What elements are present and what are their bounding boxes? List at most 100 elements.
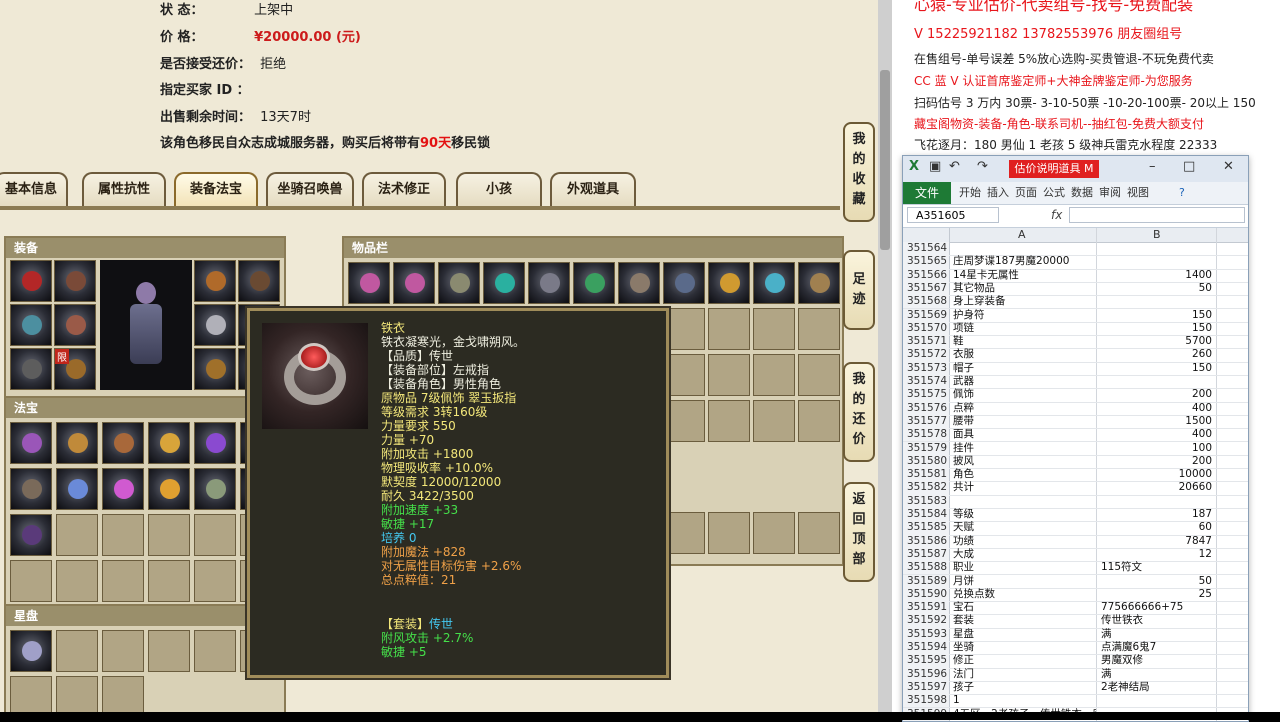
cell-b[interactable]: 5700 (1098, 335, 1216, 348)
cell-a[interactable]: 1 (951, 694, 1096, 707)
sheet-row[interactable]: 351585 天赋 60 (903, 521, 1248, 536)
cell-b[interactable]: 150 (1098, 322, 1216, 335)
equip-slot[interactable]: 限 (54, 348, 96, 390)
treasure-slot[interactable] (10, 514, 52, 556)
cell-a[interactable]: 面具 (951, 428, 1096, 441)
inventory-slot[interactable] (708, 262, 750, 304)
equip-slot[interactable] (238, 260, 280, 302)
cell-a[interactable]: 坐骑 (951, 641, 1096, 654)
inventory-slot[interactable] (393, 262, 435, 304)
inventory-slot[interactable] (618, 262, 660, 304)
cell-b[interactable]: 25 (1098, 588, 1216, 601)
fx-icon[interactable]: fx (1051, 208, 1062, 222)
sheet-row[interactable]: 351574 武器 (903, 375, 1248, 390)
sheet-row[interactable]: 351581 角色 10000 (903, 468, 1248, 483)
sheet-row[interactable]: 351597 孩子 2老神结局 (903, 680, 1248, 696)
inventory-slot[interactable] (438, 262, 480, 304)
cell-b[interactable]: 400 (1098, 428, 1216, 441)
cell-a[interactable]: 孩子 (951, 681, 1096, 694)
cell-b[interactable]: 1400 (1098, 269, 1216, 282)
sheet-row[interactable]: 351566 14星卡无属性 1400 (903, 268, 1248, 283)
sheet-row[interactable]: 351586 功绩 7847 (903, 534, 1248, 549)
my-counter-offers-button[interactable]: 我的还价 (843, 362, 875, 462)
tab-appearance[interactable]: 外观道具 (550, 172, 636, 206)
cell-b[interactable]: 115符文 (1098, 561, 1238, 574)
column-a-header[interactable]: A (1018, 228, 1026, 241)
cell-a[interactable]: 帽子 (951, 362, 1096, 375)
ribbon-tab-review[interactable]: 审阅 (1099, 182, 1121, 204)
name-box[interactable]: A351605 (907, 207, 999, 223)
cell-a[interactable]: 兑换点数 (951, 588, 1096, 601)
ribbon-tab-view[interactable]: 视图 (1127, 182, 1149, 204)
sheet-row[interactable]: 351571 鞋 5700 (903, 335, 1248, 350)
cell-a[interactable]: 角色 (951, 468, 1096, 481)
inventory-slot[interactable] (663, 262, 705, 304)
column-b-header[interactable]: B (1153, 228, 1161, 241)
cell-a[interactable]: 等级 (951, 508, 1096, 521)
sheet-row[interactable]: 351591 宝石 775666666+75 (903, 601, 1248, 616)
cell-b[interactable]: 满 (1098, 628, 1238, 641)
cell-a[interactable]: 天赋 (951, 521, 1096, 534)
sheet-row[interactable]: 351596 法门满 (903, 667, 1248, 682)
cell-a[interactable]: 其它物品 (951, 282, 1096, 295)
sheet-row[interactable]: 351568 身上穿装备 (903, 295, 1248, 310)
cell-a[interactable]: 星盘 (951, 628, 1096, 641)
star-slot[interactable] (10, 630, 52, 672)
cell-b[interactable]: 2老神结局 (1098, 681, 1238, 694)
sheet-row[interactable]: 351575 佩饰 200 (903, 388, 1248, 403)
cell-a[interactable]: 挂件 (951, 442, 1096, 455)
cell-a[interactable]: 宝石 (951, 601, 1096, 614)
sheet-row[interactable]: 351593 星盘满 (903, 627, 1248, 642)
ribbon-tab-data[interactable]: 数据 (1071, 182, 1093, 204)
minimize-icon[interactable]: – (1149, 159, 1156, 174)
sheet-row[interactable]: 351572 衣服 260 (903, 348, 1248, 363)
ribbon-tab-home[interactable]: 开始 (959, 182, 981, 204)
cell-a[interactable]: 修正 (951, 654, 1096, 667)
cell-b[interactable]: 200 (1098, 455, 1216, 468)
cell-b[interactable]: 满 (1098, 668, 1238, 681)
cell-b[interactable]: 187 (1098, 508, 1216, 521)
sheet-row[interactable]: 351573 帽子 150 (903, 361, 1248, 376)
cell-a[interactable]: 点粹 (951, 402, 1096, 415)
sheet-row[interactable]: 351598 1 (903, 694, 1248, 709)
equip-slot[interactable] (10, 348, 52, 390)
back-to-top-button[interactable]: 返回顶部 (843, 482, 875, 582)
file-tab[interactable]: 文件 (903, 182, 951, 204)
sheet-row[interactable]: 351577 腰带 1500 (903, 414, 1248, 430)
cell-a[interactable]: 护身符 (951, 309, 1096, 322)
cell-a[interactable]: 职业 (951, 561, 1096, 574)
treasure-slot[interactable] (194, 422, 236, 464)
sheet-row[interactable]: 351567 其它物品 50 (903, 281, 1248, 297)
sheet-row[interactable]: 351587 大成 12 (903, 547, 1248, 563)
cell-b[interactable]: 10000 (1098, 468, 1216, 481)
cell-b[interactable]: 20660 (1098, 481, 1216, 494)
cell-a[interactable]: 庄周梦谍187男魔20000 (951, 255, 1096, 268)
cell-b[interactable]: 传世铁衣 (1098, 614, 1238, 627)
cell-b[interactable]: 200 (1098, 388, 1216, 401)
my-favorites-button[interactable]: 我的收藏 (843, 122, 875, 222)
undo-icon[interactable]: ↶ (949, 159, 960, 174)
treasure-slot[interactable] (148, 468, 190, 510)
ribbon-tab-layout[interactable]: 页面 (1015, 182, 1037, 204)
page-scrollbar-thumb[interactable] (880, 70, 890, 250)
treasure-slot[interactable] (10, 468, 52, 510)
tab-mount-pet[interactable]: 坐骑召唤兽 (266, 172, 354, 206)
cell-b[interactable]: 150 (1098, 362, 1216, 375)
cell-a[interactable]: 衣服 (951, 348, 1096, 361)
cell-a[interactable]: 项链 (951, 322, 1096, 335)
equip-slot[interactable] (194, 260, 236, 302)
inventory-slot[interactable] (528, 262, 570, 304)
cell-a[interactable]: 法门 (951, 668, 1096, 681)
treasure-slot[interactable] (56, 468, 98, 510)
inventory-slot[interactable] (483, 262, 525, 304)
cell-b[interactable]: 100 (1098, 442, 1216, 455)
cell-a[interactable]: 披风 (951, 455, 1096, 468)
ribbon-tab-formulas[interactable]: 公式 (1043, 182, 1065, 204)
sheet-row[interactable]: 351584 等级 187 (903, 508, 1248, 523)
sheet-row[interactable]: 351578 面具 400 (903, 428, 1248, 443)
treasure-slot[interactable] (56, 422, 98, 464)
cell-b[interactable]: 1500 (1098, 415, 1216, 428)
sheet-row[interactable]: 351564 (903, 242, 1248, 257)
sheet-row[interactable]: 351594 坐骑 点满魔6鬼7 (903, 641, 1248, 656)
sheet-row[interactable]: 351570 项链 150 (903, 321, 1248, 337)
